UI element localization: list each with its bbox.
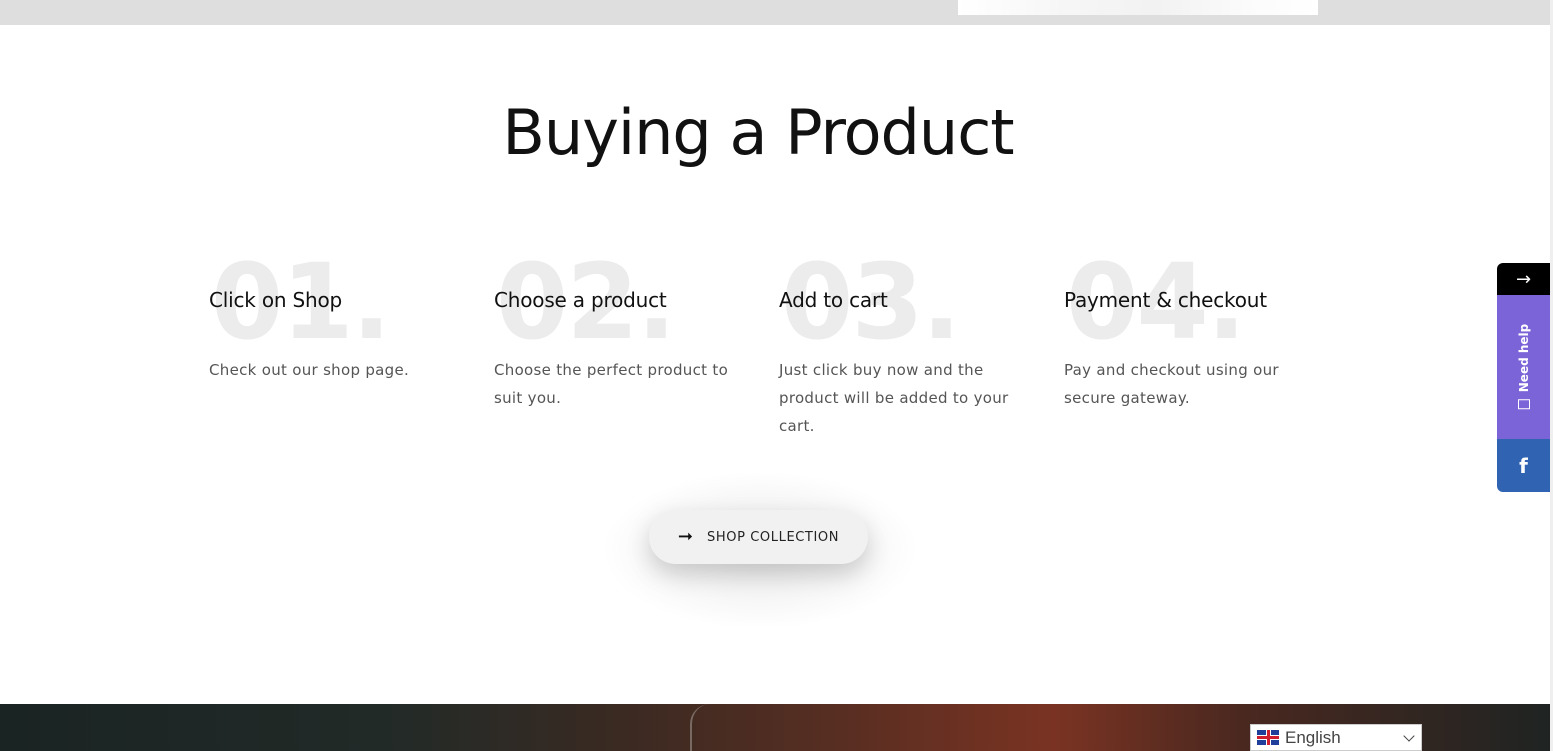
arrow-right-icon: → [1515,268,1532,290]
step-3: 03. Add to cart Just click buy now and t… [779,250,1029,450]
side-widget: → Need help f [1497,263,1550,492]
shop-collection-label: SHOP COLLECTION [707,529,840,545]
arrow-right-icon: ➞ [677,526,694,547]
step-description: Pay and checkout using our secure gatewa… [1064,361,1279,407]
step-description: Choose the perfect product to suit you. [494,361,729,407]
need-help-button[interactable]: Need help [1497,295,1550,439]
step-title: Choose a product [494,288,667,312]
page: Buying a Product 01. Click on Shop Check… [0,0,1553,751]
section-title: Buying a Product [502,96,1014,169]
step-4: 04. Payment & checkout Pay and checkout … [1064,250,1314,450]
step-description: Check out our shop page. [209,361,410,379]
shop-collection-button[interactable]: ➞ SHOP COLLECTION [649,510,868,564]
step-title: Payment & checkout [1064,288,1267,312]
step-2: 02. Choose a product Choose the perfect … [494,250,744,450]
need-help-label: Need help [1516,323,1531,393]
step-title: Add to cart [779,288,888,312]
chevron-down-icon [1403,729,1415,742]
step-1: 01. Click on Shop Check out our shop pag… [209,250,459,450]
hero-figure-detail [690,704,762,751]
language-label: English [1285,727,1341,747]
facebook-icon: f [1519,453,1528,478]
side-toggle-button[interactable]: → [1497,263,1550,295]
mail-icon [1517,399,1530,410]
language-select[interactable]: English [1250,724,1422,751]
step-description: Just click buy now and the product will … [779,361,1009,435]
top-banner [0,0,1553,25]
need-help-content: Need help [1517,324,1531,410]
step-title: Click on Shop [209,288,342,312]
facebook-button[interactable]: f [1497,439,1550,492]
top-card-edge [958,0,1318,15]
uk-flag-icon [1257,730,1279,745]
